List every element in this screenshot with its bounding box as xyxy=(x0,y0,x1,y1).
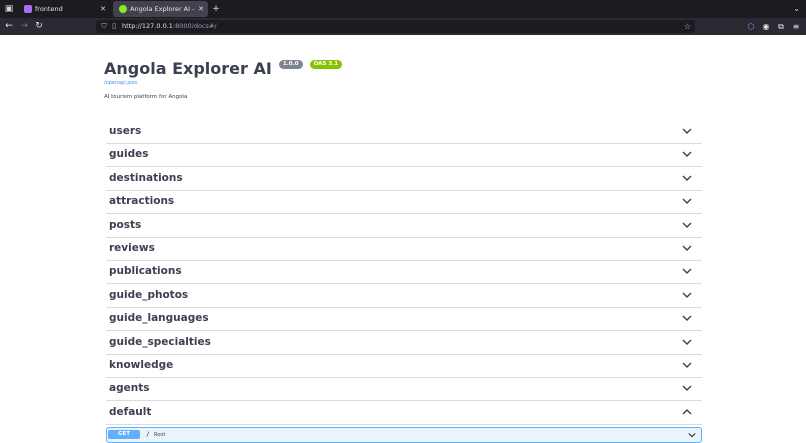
tag-label: posts xyxy=(109,218,142,231)
chevron-down-icon[interactable] xyxy=(682,220,692,230)
tag-section-default[interactable]: default xyxy=(106,401,702,425)
extension-icon[interactable]: ⬡ xyxy=(745,20,757,33)
api-info: Angola Explorer AI 1.0.0 OAS 3.1 xyxy=(104,58,343,79)
tag-label: guide_languages xyxy=(109,312,209,325)
chevron-down-icon[interactable] xyxy=(682,196,692,206)
tag-section-publications[interactable]: publications xyxy=(106,260,702,285)
tab-title: frontend xyxy=(35,5,63,13)
tag-section-posts[interactable]: posts xyxy=(106,214,702,238)
tag-section-destinations[interactable]: destinations xyxy=(106,167,702,191)
tab-overview-icon[interactable]: ▣ xyxy=(3,3,15,15)
tag-label: knowledge xyxy=(109,359,174,371)
tab-frontend[interactable]: frontend ✕ xyxy=(18,1,110,17)
tag-label: publications xyxy=(109,265,182,278)
back-icon[interactable]: ← xyxy=(3,20,15,33)
chevron-down-icon[interactable] xyxy=(682,266,692,276)
chevron-down-icon[interactable] xyxy=(682,173,692,183)
tag-label: users xyxy=(109,125,142,137)
tag-section-guides[interactable]: guides xyxy=(106,143,702,168)
new-tab-icon[interactable]: + xyxy=(210,1,222,17)
chevron-down-icon[interactable] xyxy=(682,243,692,253)
tag-section-guide-languages[interactable]: guide_languages xyxy=(106,307,702,332)
tab-swagger[interactable]: Angola Explorer AI - Swa ✕ xyxy=(113,1,208,17)
chevron-down-icon[interactable] xyxy=(688,431,696,439)
list-tabs-icon[interactable]: ⌄ xyxy=(793,1,800,17)
address-bar[interactable]: ⛉ ▯ http://127.0.0.1:8000/docs#/ ☆ xyxy=(96,20,695,33)
menu-icon[interactable]: ≡ xyxy=(790,20,802,33)
swagger-favicon-icon xyxy=(119,5,127,13)
url-text[interactable]: http://127.0.0.1:8000/docs#/ xyxy=(122,20,217,33)
tag-label: reviews xyxy=(109,242,155,254)
api-description: AI tourism platform for Angola xyxy=(104,94,188,100)
browser-nav-bar: ← → ↻ ⛉ ▯ http://127.0.0.1:8000/docs#/ ☆… xyxy=(0,18,806,35)
browser-tab-bar: ▣ frontend ✕ Angola Explorer AI - Swa ✕ … xyxy=(0,0,806,18)
chevron-down-icon[interactable] xyxy=(682,360,692,370)
tag-label: attractions xyxy=(109,195,175,208)
method-badge: GET xyxy=(108,430,140,439)
chevron-down-icon[interactable] xyxy=(682,290,692,300)
chevron-down-icon[interactable] xyxy=(682,313,692,323)
chevron-down-icon[interactable] xyxy=(682,383,692,393)
tag-section-reviews[interactable]: reviews xyxy=(106,237,702,261)
version-badge: 1.0.0 xyxy=(278,60,303,69)
oas-badge: OAS 3.1 xyxy=(309,60,343,69)
close-tab-icon[interactable]: ✕ xyxy=(100,1,106,17)
tag-label: default xyxy=(109,405,152,418)
chevron-up-icon[interactable] xyxy=(682,407,692,417)
vite-favicon-icon xyxy=(24,5,32,13)
tag-label: agents xyxy=(109,382,150,395)
chevron-down-icon[interactable] xyxy=(682,149,692,159)
operation-get-root[interactable]: GET / Root xyxy=(106,427,702,443)
forward-icon[interactable]: → xyxy=(18,20,30,33)
shield-icon[interactable]: ⛉ xyxy=(99,20,109,33)
account-icon[interactable]: ◉ xyxy=(760,20,772,33)
chevron-down-icon[interactable] xyxy=(682,126,692,136)
tag-section-attractions[interactable]: attractions xyxy=(106,190,702,215)
tag-section-guide-specialties[interactable]: guide_specialties xyxy=(106,331,702,355)
bookmark-star-icon[interactable]: ☆ xyxy=(684,20,691,33)
openapi-json-link[interactable]: /openapi.json xyxy=(104,80,138,86)
page-title: Angola Explorer AI xyxy=(104,58,272,78)
close-tab-icon[interactable]: ✕ xyxy=(198,1,204,17)
tag-section-users[interactable]: users xyxy=(106,120,702,144)
tag-section-knowledge[interactable]: knowledge xyxy=(106,354,702,378)
tag-section-guide-photos[interactable]: guide_photos xyxy=(106,284,702,308)
chevron-down-icon[interactable] xyxy=(682,337,692,347)
tag-label: guides xyxy=(109,148,149,161)
reload-icon[interactable]: ↻ xyxy=(33,20,45,33)
tag-label: guide_photos xyxy=(109,288,189,301)
tag-label: guide_specialties xyxy=(109,335,211,348)
tab-title: Angola Explorer AI - Swa xyxy=(130,5,194,13)
tag-label: destinations xyxy=(109,171,183,184)
page-info-icon[interactable]: ▯ xyxy=(109,20,119,33)
extensions-puzzle-icon[interactable]: ⧉ xyxy=(775,20,787,33)
tag-section-agents[interactable]: agents xyxy=(106,377,702,402)
